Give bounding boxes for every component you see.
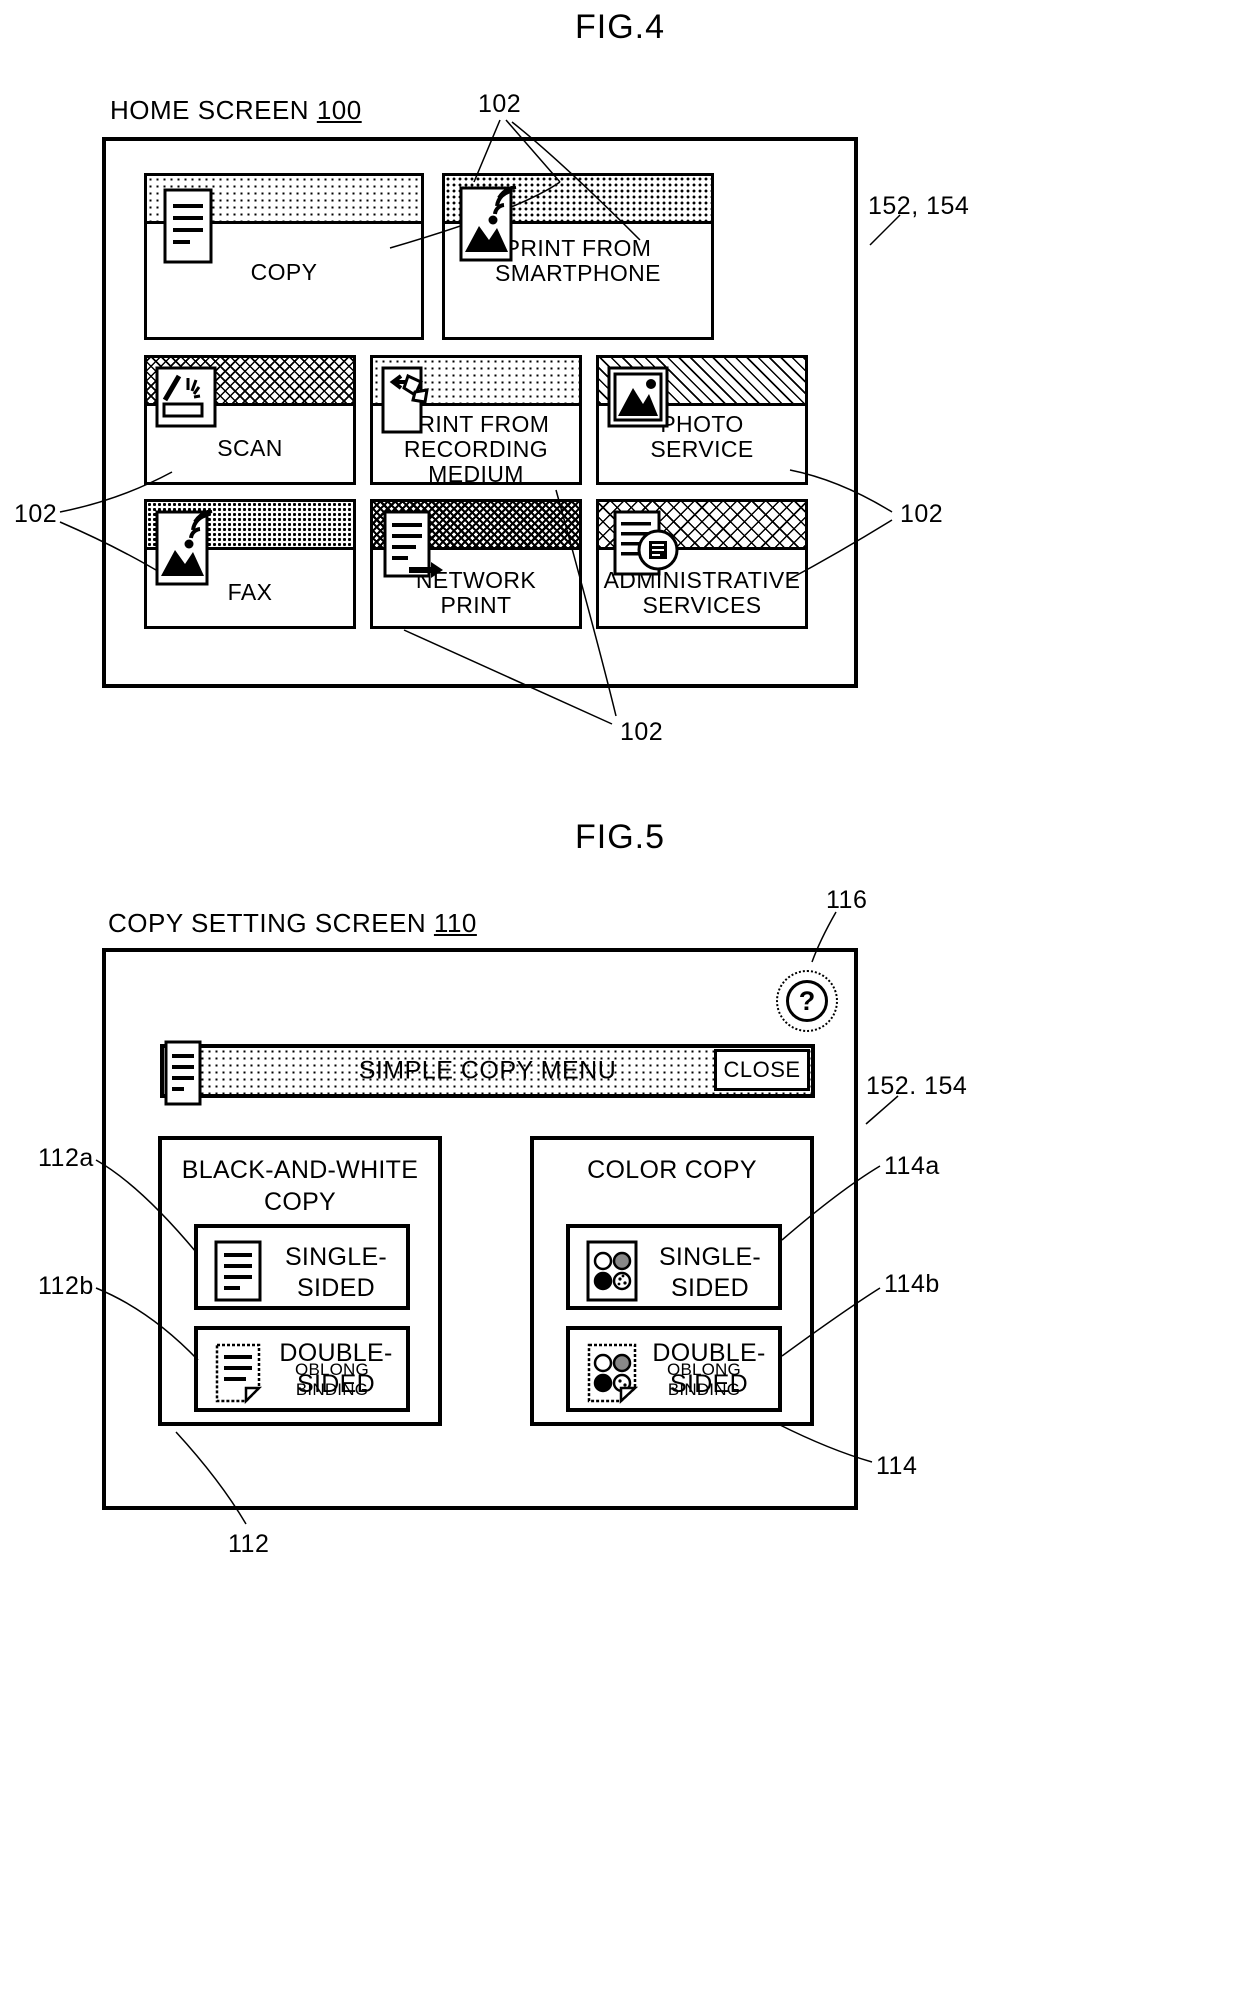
ref-152-154-fig5: 152. 154 — [866, 1072, 968, 1100]
group-title-color-copy: COLOR COPY — [587, 1156, 757, 1184]
ref-102-top: 102 — [478, 90, 522, 118]
ref-102-left: 102 — [14, 500, 58, 528]
ref-102-bottom: 102 — [620, 718, 664, 746]
tile-print-from-smartphone[interactable]: PRINT FROM SMARTPHONE — [442, 173, 714, 340]
ref-114: 114 — [876, 1452, 918, 1480]
group-title-black-and-white-copy: BLACK-AND-WHITE COPY — [181, 1156, 419, 1216]
option-sub-bw-double-sided: OBLONG BINDING — [295, 1360, 369, 1399]
ref-152-154-fig4: 152, 154 — [868, 192, 970, 220]
fig4-caption-ref: 100 — [316, 95, 362, 125]
option-color-double-sided[interactable]: DOUBLE- SIDED OBLONG BINDING — [566, 1326, 782, 1412]
close-button-label: CLOSE — [723, 1057, 801, 1082]
ref-114b: 114b — [884, 1270, 940, 1298]
ref-112: 112 — [228, 1530, 270, 1558]
bw-document-folded-icon — [214, 1342, 263, 1405]
option-label-color-single-sided: SINGLE- SIDED — [658, 1243, 762, 1302]
ref-112a: 112a — [38, 1144, 94, 1172]
tile-label-scan: SCAN — [217, 435, 283, 461]
tile-print-from-recording-medium[interactable]: PRINT FROM RECORDING MEDIUM — [370, 355, 582, 487]
tile-copy[interactable]: COPY — [144, 173, 424, 340]
tile-photo-service[interactable]: PHOTO SERVICE — [596, 355, 808, 485]
option-sub-color-double-sided: OBLONG BINDING — [667, 1360, 741, 1399]
fig5-caption-ref: 110 — [433, 908, 477, 938]
bw-document-icon — [214, 1240, 262, 1302]
document-arrow-icon — [383, 510, 445, 584]
tile-scan[interactable]: SCAN — [144, 355, 356, 485]
copy-setting-screen: ? SIMPLE COPY MENU CLOSE BLACK-AND-WHITE… — [102, 948, 858, 1510]
option-bw-single-sided[interactable]: SINGLE- SIDED — [194, 1224, 410, 1310]
photo-wireless-icon — [155, 509, 215, 586]
ref-116: 116 — [826, 886, 868, 914]
tile-fax[interactable]: FAX — [144, 499, 356, 629]
fig4-title: FIG.4 — [574, 8, 666, 46]
ref-112b: 112b — [38, 1272, 94, 1300]
document-stamp-icon — [613, 510, 679, 580]
group-color-copy: COLOR COPY SINGLE- SIDED DOUBLE- SIDED O… — [530, 1136, 814, 1426]
question-mark-icon: ? — [798, 985, 816, 1016]
tile-administrative-services[interactable]: ADMINISTRATIVE SERVICES — [596, 499, 808, 629]
ref-114a: 114a — [884, 1152, 940, 1180]
fig5-title: FIG.5 — [574, 818, 666, 856]
color-dots-icon — [586, 1240, 638, 1302]
scanner-icon — [155, 366, 217, 428]
option-color-single-sided[interactable]: SINGLE- SIDED — [566, 1224, 782, 1310]
color-dots-folded-icon — [586, 1342, 639, 1404]
group-black-and-white-copy: BLACK-AND-WHITE COPY SINGLE- SIDED DOUBL… — [158, 1136, 442, 1426]
memory-card-arrow-icon — [381, 366, 437, 434]
ref-102-right: 102 — [900, 500, 944, 528]
document-lines-icon — [163, 188, 213, 264]
close-button[interactable]: CLOSE — [714, 1049, 810, 1091]
fig5-screen-caption: COPY SETTING SCREEN 110 — [108, 908, 477, 939]
tile-network-print[interactable]: NETWORK PRINT — [370, 499, 582, 629]
fig4-caption-text: HOME SCREEN — [110, 95, 317, 125]
option-bw-double-sided[interactable]: DOUBLE- SIDED OBLONG BINDING — [194, 1326, 410, 1412]
document-lines-icon — [164, 1040, 202, 1106]
home-screen: COPY PRINT FROM SMARTPHONE SCAN PRINT FR… — [102, 137, 858, 688]
help-button[interactable]: ? — [786, 980, 828, 1022]
fig5-caption-text: COPY SETTING SCREEN — [108, 908, 434, 938]
option-label-bw-single-sided: SINGLE- SIDED — [284, 1243, 388, 1302]
photo-wireless-icon — [459, 185, 519, 262]
fig4-screen-caption: HOME SCREEN 100 — [110, 95, 362, 126]
photo-frame-icon — [607, 366, 669, 428]
